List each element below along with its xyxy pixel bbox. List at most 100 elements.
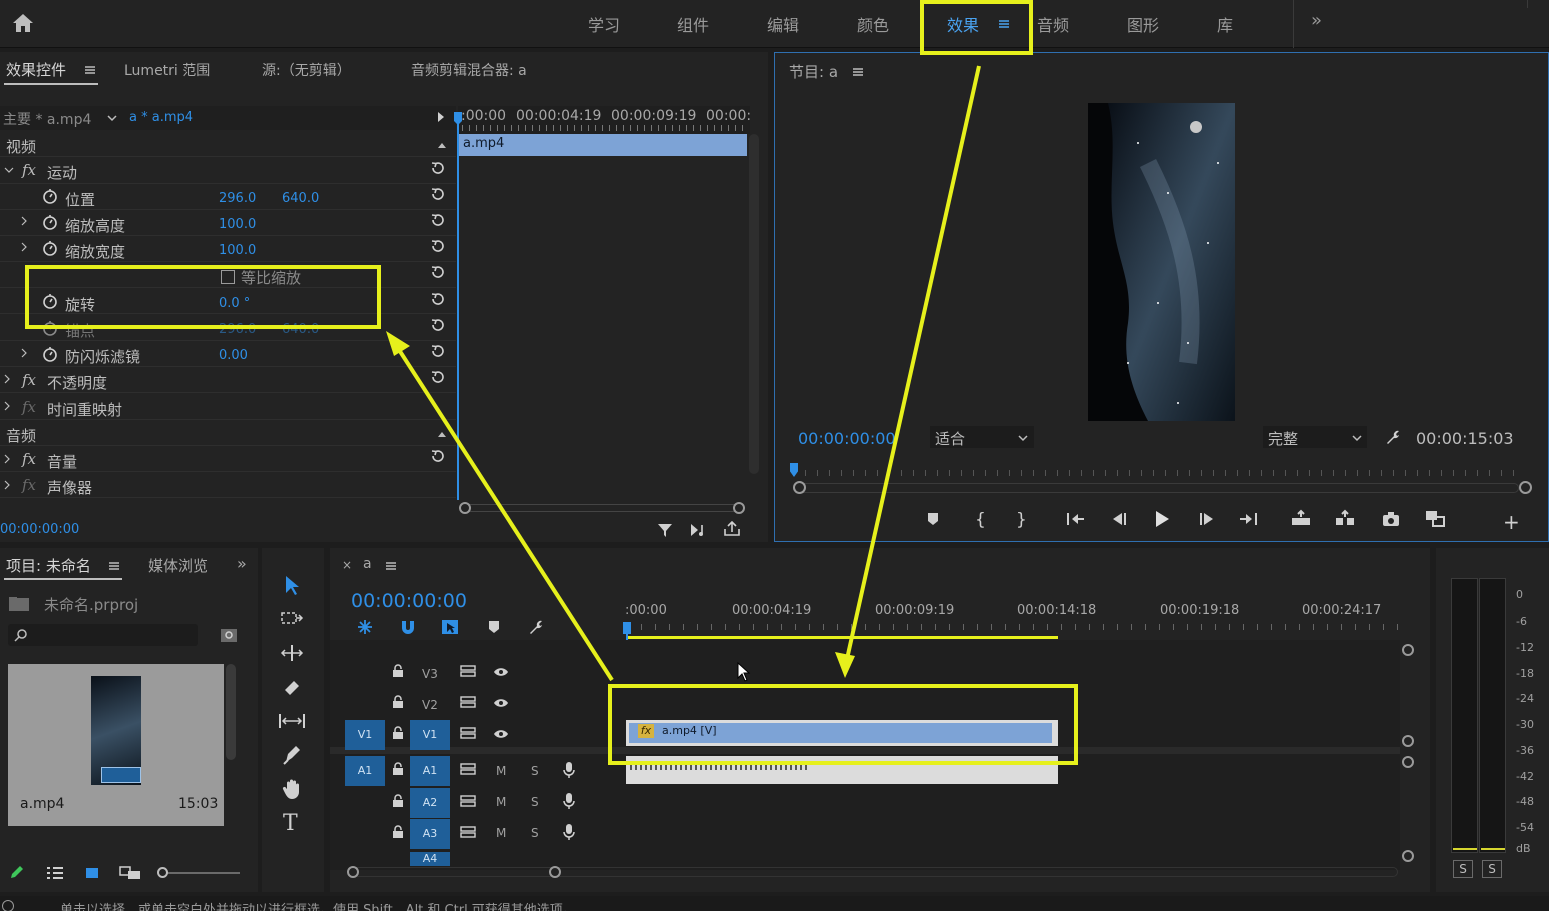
effect-controls-timecode[interactable]: 00:00:00:00: [0, 522, 79, 537]
chevron-right-icon[interactable]: [3, 480, 11, 490]
collapse-up-icon[interactable]: [437, 141, 447, 149]
step-back-icon[interactable]: [1110, 511, 1128, 527]
track-zoom-handle[interactable]: [1402, 756, 1414, 768]
tab-audio-clip-mixer[interactable]: 音频剪辑混合器: a: [411, 60, 527, 80]
hand-tool-icon[interactable]: [282, 778, 302, 800]
mini-scrollbar[interactable]: [749, 134, 759, 474]
eye-icon[interactable]: [493, 697, 509, 709]
more-workspaces-icon[interactable]: »: [1311, 10, 1322, 31]
reset-icon[interactable]: [430, 212, 446, 228]
icon-view-icon[interactable]: [84, 866, 100, 880]
play-icon[interactable]: [1153, 510, 1171, 528]
mark-out-icon[interactable]: }: [1016, 510, 1027, 530]
lock-icon[interactable]: [392, 762, 404, 776]
home-icon[interactable]: [11, 12, 35, 34]
position-y-value[interactable]: 640.0: [282, 191, 319, 206]
tab-learn[interactable]: 学习: [588, 12, 620, 36]
effect-panner[interactable]: 声像器: [47, 477, 92, 498]
go-to-in-icon[interactable]: [1066, 511, 1086, 527]
list-view-icon[interactable]: [46, 866, 64, 880]
video-frame[interactable]: [1088, 103, 1235, 421]
sync-lock-icon[interactable]: [460, 665, 476, 677]
tab-source[interactable]: 源:（无剪辑）: [262, 60, 351, 80]
tab-effect-controls[interactable]: 效果控件: [6, 59, 66, 80]
track-label-a2[interactable]: A2: [410, 788, 450, 818]
scroll-handle-right[interactable]: [1519, 481, 1532, 494]
lock-icon[interactable]: [392, 664, 404, 678]
mute-button[interactable]: M: [496, 764, 506, 778]
find-icon[interactable]: [220, 627, 238, 643]
nest-icon[interactable]: [355, 618, 375, 636]
menu-icon[interactable]: [385, 560, 397, 572]
reset-icon[interactable]: [430, 186, 446, 202]
track-label-a1[interactable]: A1: [410, 756, 450, 786]
add-button-icon[interactable]: +: [1503, 510, 1520, 534]
close-icon[interactable]: ×: [342, 558, 352, 572]
stopwatch-icon[interactable]: [42, 346, 58, 362]
menu-icon[interactable]: [108, 560, 120, 572]
slider-handle[interactable]: [157, 867, 168, 878]
project-search-input[interactable]: [8, 624, 198, 646]
wrench-icon[interactable]: [1384, 428, 1402, 446]
play-audio-icon[interactable]: [690, 522, 708, 538]
chevron-down-icon[interactable]: [1351, 434, 1363, 442]
chevron-right-icon[interactable]: [3, 374, 11, 384]
linked-selection-icon[interactable]: [440, 618, 460, 636]
effect-time-remap[interactable]: 时间重映射: [47, 399, 122, 420]
reset-icon[interactable]: [430, 343, 446, 359]
menu-icon[interactable]: [84, 64, 96, 76]
chevron-down-icon[interactable]: [4, 166, 14, 174]
solo-button[interactable]: S: [531, 826, 539, 840]
extract-icon[interactable]: [1334, 509, 1356, 527]
microphone-icon[interactable]: [563, 792, 575, 810]
chevron-right-icon[interactable]: [20, 216, 28, 226]
program-scroll-track[interactable]: [799, 483, 1519, 493]
tab-graphics[interactable]: 图形: [1127, 12, 1159, 36]
stopwatch-icon[interactable]: [42, 188, 58, 204]
tab-color[interactable]: 颜色: [857, 12, 889, 36]
program-monitor-title[interactable]: 节目: a: [789, 61, 838, 82]
microphone-icon[interactable]: [563, 823, 575, 841]
track-label-v3[interactable]: V3: [422, 667, 438, 681]
tab-libraries[interactable]: 库: [1217, 12, 1233, 36]
solo-button[interactable]: S: [531, 795, 539, 809]
timeline-playhead-marker[interactable]: [623, 622, 631, 634]
snap-icon[interactable]: [399, 618, 417, 636]
program-scrubber-ruler[interactable]: [793, 470, 1519, 476]
chevron-right-icon[interactable]: [20, 348, 28, 358]
effect-motion[interactable]: 运动: [47, 162, 77, 183]
selected-clip-label[interactable]: a * a.mp4: [129, 110, 193, 125]
zoom-handle-left[interactable]: [459, 502, 471, 514]
fx-icon[interactable]: fx: [22, 161, 36, 179]
track-zoom-handle[interactable]: [1402, 644, 1414, 656]
lock-icon[interactable]: [392, 825, 404, 839]
export-icon[interactable]: [723, 521, 741, 537]
zoom-handle-right[interactable]: [733, 502, 745, 514]
program-timecode[interactable]: 00:00:00:00: [798, 429, 896, 448]
stopwatch-icon[interactable]: [42, 214, 58, 230]
selection-tool-icon[interactable]: [282, 574, 302, 596]
scroll-handle-left[interactable]: [793, 481, 806, 494]
reset-icon[interactable]: [430, 238, 446, 254]
tab-project[interactable]: 项目: 未命名: [6, 555, 91, 576]
chevron-right-icon[interactable]: [3, 401, 11, 411]
collapse-up-icon[interactable]: [437, 430, 447, 438]
project-scrollbar[interactable]: [226, 664, 236, 760]
reset-icon[interactable]: [430, 160, 446, 176]
menu-icon[interactable]: [852, 66, 864, 78]
scroll-handle-right[interactable]: [549, 866, 561, 878]
solo-button[interactable]: S: [531, 764, 539, 778]
slip-tool-icon[interactable]: [278, 712, 306, 730]
lock-icon[interactable]: [392, 794, 404, 808]
source-patch-v1[interactable]: V1: [345, 720, 385, 750]
mark-in-icon[interactable]: {: [975, 510, 986, 530]
track-zoom-handle[interactable]: [1402, 735, 1414, 747]
step-forward-icon[interactable]: [1198, 511, 1216, 527]
wrench-icon[interactable]: [527, 618, 545, 636]
position-x-value[interactable]: 296.0: [219, 191, 256, 206]
track-select-tool-icon[interactable]: [280, 610, 304, 626]
export-frame-icon[interactable]: [1381, 511, 1401, 527]
pencil-icon[interactable]: [9, 864, 25, 880]
mute-button[interactable]: M: [496, 795, 506, 809]
mute-button[interactable]: M: [496, 826, 506, 840]
